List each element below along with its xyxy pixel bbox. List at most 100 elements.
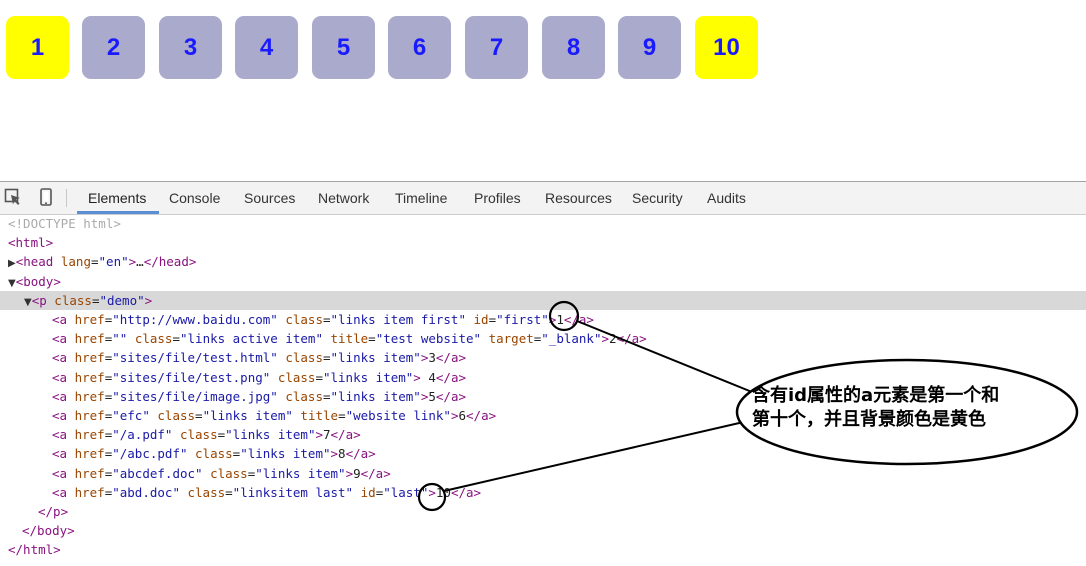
- tab-console[interactable]: Console: [169, 182, 220, 214]
- attr-value: "sites/file/test.png": [112, 369, 271, 385]
- link-text: 9: [353, 465, 361, 481]
- attr-value: "last": [383, 484, 429, 500]
- page-link-4[interactable]: 4: [235, 16, 298, 79]
- dom-p-close[interactable]: </p>: [0, 502, 1086, 521]
- attr-name: id: [360, 484, 376, 500]
- dom-body[interactable]: ▼<body>: [0, 272, 1086, 291]
- attr-name: class: [277, 369, 316, 385]
- attr-value: "links item": [255, 465, 346, 481]
- link-text: 7: [323, 427, 331, 443]
- device-mode-icon[interactable]: [37, 188, 55, 206]
- page-link-5[interactable]: 5: [312, 16, 375, 79]
- attr-name: class: [210, 465, 248, 481]
- page-link-7[interactable]: 7: [465, 16, 528, 79]
- tab-network[interactable]: Network: [318, 182, 369, 214]
- dom-body-close[interactable]: </body>: [0, 521, 1086, 540]
- link-text: 10: [435, 484, 451, 500]
- callout-line-2: 第十个，并且背景颜色是黄色: [752, 409, 986, 430]
- callout-line-1: 含有id属性的a元素是第一个和: [752, 385, 1000, 406]
- link-text: 3: [428, 350, 436, 366]
- tab-resources[interactable]: Resources: [545, 182, 612, 214]
- attr-name: title: [300, 408, 339, 423]
- attr-name: title: [330, 331, 369, 347]
- attr-name: href: [74, 446, 105, 462]
- page-link-2[interactable]: 2: [82, 16, 145, 79]
- dom-a-1[interactable]: <a href="http://www.baidu.com" class="li…: [0, 310, 1086, 329]
- dom-doctype[interactable]: <!DOCTYPE html>: [0, 214, 1086, 233]
- callout-text: 含有id属性的a元素是第一个和 第十个，并且背景颜色是黄色: [752, 384, 1062, 432]
- collapse-triangle-icon: ▼: [8, 277, 16, 289]
- attr-value: "links item": [202, 408, 293, 423]
- attr-name: href: [74, 331, 105, 347]
- dom-a-3[interactable]: <a href="sites/file/test.html" class="li…: [0, 348, 1086, 367]
- attr-value: "demo": [99, 292, 145, 308]
- attr-name: class: [285, 388, 323, 404]
- page-link-9[interactable]: 9: [618, 16, 681, 79]
- attr-name: class: [285, 350, 323, 366]
- attr-value: "http://www.baidu.com": [112, 312, 278, 327]
- attr-value: "test website": [375, 331, 482, 347]
- inspect-element-icon[interactable]: [4, 188, 22, 206]
- attr-value: "_blank": [541, 331, 602, 347]
- html-open-tag: <html>: [8, 235, 54, 251]
- page-link-8[interactable]: 8: [542, 16, 605, 79]
- attr-value: "links item first": [330, 312, 466, 327]
- dom-a-10[interactable]: <a href="abd.doc" class="linksitem last"…: [0, 483, 1086, 502]
- attr-name: href: [74, 408, 105, 423]
- devtools-toolbar: Elements Console Sources Network Timeline Pro…: [0, 182, 1086, 215]
- attr-value: "sites/file/image.jpg": [112, 388, 278, 404]
- attr-value: "abcdef.doc": [112, 465, 203, 481]
- toolbar-separator: [66, 189, 67, 207]
- doctype: <!DOCTYPE html>: [8, 216, 121, 231]
- attr-value: "links item": [330, 350, 421, 366]
- tab-audits[interactable]: Audits: [707, 182, 746, 214]
- attr-name: href: [74, 388, 105, 404]
- tab-profiles[interactable]: Profiles: [474, 182, 521, 214]
- link-text: 1: [556, 312, 564, 327]
- attr-value: "links active item": [180, 331, 323, 347]
- expand-triangle-icon: ▶: [8, 258, 16, 270]
- dom-head[interactable]: ▶<head lang="en">…</head>: [0, 252, 1086, 271]
- dom-a-8[interactable]: <a href="/abc.pdf" class="links item">8<…: [0, 444, 1086, 463]
- attr-name: lang: [60, 254, 91, 270]
- link-text: 5: [428, 388, 436, 404]
- attr-value: "efc": [112, 408, 150, 423]
- link-text: 8: [338, 446, 346, 462]
- attr-name: class: [179, 427, 218, 443]
- attr-name: id: [473, 312, 489, 327]
- tab-elements[interactable]: Elements: [88, 182, 146, 214]
- dom-a-2[interactable]: <a href="" class="links active item" tit…: [0, 329, 1086, 348]
- collapse-triangle-icon: ▼: [24, 296, 32, 308]
- tab-sources[interactable]: Sources: [244, 182, 295, 214]
- tab-security[interactable]: Security: [632, 182, 683, 214]
- link-text: 4: [420, 369, 436, 385]
- dom-html[interactable]: <html>: [0, 233, 1086, 252]
- dom-a-9[interactable]: <a href="abcdef.doc" class="links item">…: [0, 464, 1086, 483]
- attr-value: "links item": [240, 446, 331, 462]
- attr-value: "links item": [330, 388, 421, 404]
- attr-name: class: [54, 292, 92, 308]
- attr-name: href: [74, 312, 105, 327]
- tab-timeline[interactable]: Timeline: [395, 182, 447, 214]
- attr-value: "en": [98, 254, 129, 270]
- attr-name: href: [74, 484, 105, 500]
- attr-value: "first": [496, 312, 549, 327]
- dom-html-close[interactable]: </html>: [0, 540, 1086, 559]
- dom-p-demo[interactable]: ▼<p class="demo">: [0, 290, 1086, 310]
- page-link-10[interactable]: 10: [695, 16, 758, 79]
- link-text: 6: [458, 408, 467, 423]
- attr-name: href: [74, 369, 105, 385]
- page-link-1[interactable]: 1: [6, 16, 69, 79]
- page-link-6[interactable]: 6: [388, 16, 451, 79]
- attr-value: "": [112, 331, 128, 347]
- page-link-3[interactable]: 3: [159, 16, 222, 79]
- attr-value: "abd.doc": [112, 484, 180, 500]
- attr-value: "website link": [345, 408, 451, 423]
- attr-value: "sites/file/test.html": [112, 350, 278, 366]
- attr-name: target: [488, 331, 534, 347]
- attr-name: class: [157, 408, 196, 423]
- attr-name: href: [74, 465, 105, 481]
- attr-name: class: [285, 312, 323, 327]
- attr-name: class: [134, 331, 173, 347]
- attr-name: class: [195, 446, 233, 462]
